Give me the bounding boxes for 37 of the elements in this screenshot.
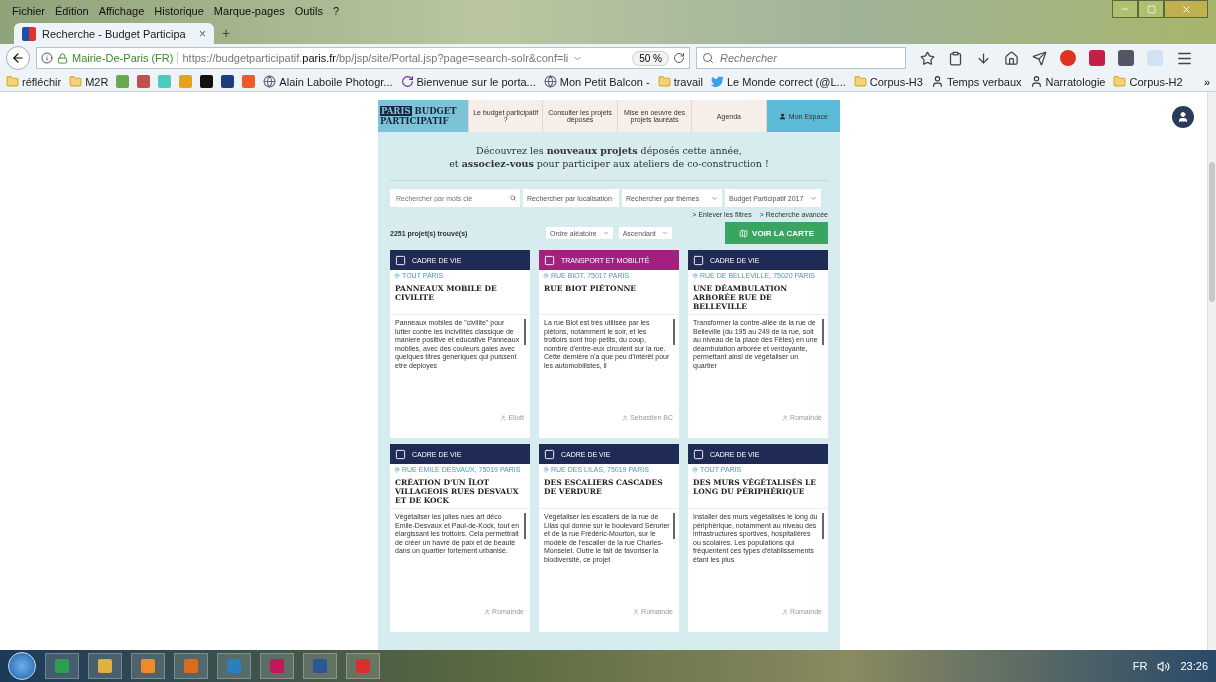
- tab-close-button[interactable]: ×: [199, 26, 206, 41]
- site-logo[interactable]: PARIS BUDGET PARTICIPATIF: [378, 100, 468, 132]
- browser-tab[interactable]: Recherche - Budget Participa ×: [14, 23, 214, 44]
- zoom-button[interactable]: 50 %: [632, 50, 669, 66]
- bookmark[interactable]: réfléchir: [6, 75, 62, 88]
- clock[interactable]: 23:26: [1180, 660, 1208, 672]
- menu-item[interactable]: Affichage: [98, 5, 145, 17]
- intro-text: et associez-vous pour participer aux ateliers de co-construction !: [448, 157, 770, 170]
- site-identity: Mairie-De-Paris (FR): [72, 52, 179, 64]
- more-bookmarks-button[interactable]: »: [1203, 75, 1210, 88]
- new-tab-button[interactable]: +: [222, 25, 231, 41]
- bookmark[interactable]: Corpus-H3: [853, 75, 923, 88]
- bookmark[interactable]: Corpus-H2: [1113, 75, 1183, 88]
- language-indicator[interactable]: FR: [1132, 660, 1148, 672]
- bookmark[interactable]: Le Monde correct (@L...: [710, 75, 846, 88]
- menu-item[interactable]: Édition: [55, 5, 89, 17]
- bookmark[interactable]: M2R: [69, 75, 109, 88]
- tab-title: Recherche - Budget Participa: [42, 27, 186, 40]
- bookmark[interactable]: Bienvenue sur le porta...: [400, 75, 536, 88]
- logo-text: PARIS: [380, 106, 412, 116]
- menu-item[interactable]: ?: [332, 5, 340, 17]
- menu-item[interactable]: Historique: [154, 5, 204, 17]
- logo-text: BUDGET: [414, 106, 457, 116]
- bookmark[interactable]: Narratologie: [1029, 75, 1106, 88]
- bookmark[interactable]: travail: [657, 75, 703, 88]
- intro-text: Découvrez les nouveaux projets déposés cette année,: [475, 144, 743, 157]
- bookmark[interactable]: Temps verbaux: [930, 75, 1022, 88]
- menu-item[interactable]: Outils: [294, 5, 323, 17]
- address-bar[interactable]: Mairie-De-Paris (FR) https://budgetparticipatif.paris.fr/bp/jsp/site/Portal.jsp?page=search-solr&conf=li 50 %: [36, 47, 690, 69]
- logo-text: PARTICIPATIF: [380, 116, 450, 126]
- search-input[interactable]: Rechercher: [718, 51, 898, 65]
- bookmark[interactable]: Mon Petit Balcon -: [543, 75, 650, 88]
- bookmark[interactable]: Alain Laboile Photogr...: [263, 75, 393, 88]
- menu-item[interactable]: Fichier: [12, 5, 45, 17]
- url-text: https://budgetparticipatif.paris.fr/bp/jsp/site/Portal.jsp?page=search-solr&conf=li: [182, 52, 569, 64]
- search-field[interactable]: Rechercher: [696, 47, 906, 69]
- menu-item[interactable]: Marque-pages: [213, 5, 285, 17]
